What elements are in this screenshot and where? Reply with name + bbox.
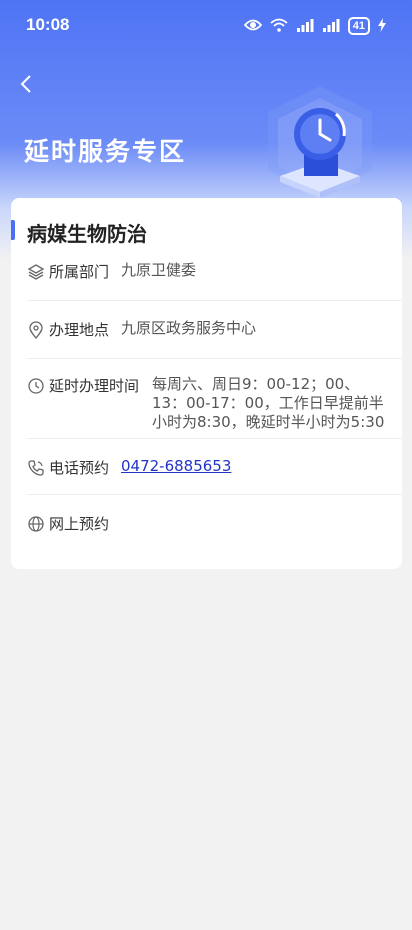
location-value: 九原区政务服务中心 [121, 319, 257, 337]
chevron-left-icon [20, 75, 32, 97]
status-icons: 41 [243, 16, 386, 36]
phone-number-link[interactable]: 0472-6885653 [121, 457, 231, 476]
layers-icon [27, 263, 45, 281]
service-title: 病媒生物防治 [27, 222, 147, 246]
hours-value: 每周六、周日9：00-12；00、13：00-17：00，工作日早提前半小时为8… [152, 375, 385, 431]
online-booking-label: 网上预约 [49, 515, 110, 533]
divider [27, 300, 402, 301]
service-info-card: 病媒生物防治 所属部门 九原卫健委 办理地点 九原区政务服务中心 延时办理时间 … [11, 198, 402, 569]
page-title: 延时服务专区 [24, 137, 187, 166]
signal-icon-2 [322, 17, 340, 36]
battery-indicator: 41 [347, 17, 370, 35]
wifi-icon [270, 17, 288, 36]
department-label: 所属部门 [49, 263, 110, 281]
signal-icon-1 [296, 17, 314, 36]
hours-label: 延时办理时间 [49, 377, 140, 395]
location-row: 办理地点 九原区政务服务中心 [27, 318, 402, 358]
eye-icon [243, 17, 262, 36]
charging-icon [378, 17, 386, 36]
online-booking-row[interactable]: 网上预约 [27, 512, 402, 552]
phone-icon [27, 459, 45, 477]
divider [27, 494, 402, 495]
phone-row: 电话预约 0472-6885653 [27, 456, 402, 496]
phone-label: 电话预约 [49, 459, 110, 477]
back-button[interactable] [14, 74, 38, 98]
divider [27, 438, 402, 439]
status-bar: 10:08 41 [0, 0, 412, 52]
title-accent-bar [11, 220, 15, 240]
clock-icon [27, 377, 45, 395]
globe-icon [27, 515, 45, 533]
clock-building-illustration [264, 84, 376, 200]
location-label: 办理地点 [49, 321, 110, 339]
status-time: 10:08 [26, 15, 70, 34]
department-row: 所属部门 九原卫健委 [27, 260, 402, 300]
divider [27, 358, 402, 359]
location-pin-icon [27, 321, 45, 340]
hours-row: 延时办理时间 每周六、周日9：00-12；00、13：00-17：00，工作日早… [27, 374, 402, 434]
department-value: 九原卫健委 [121, 261, 197, 279]
